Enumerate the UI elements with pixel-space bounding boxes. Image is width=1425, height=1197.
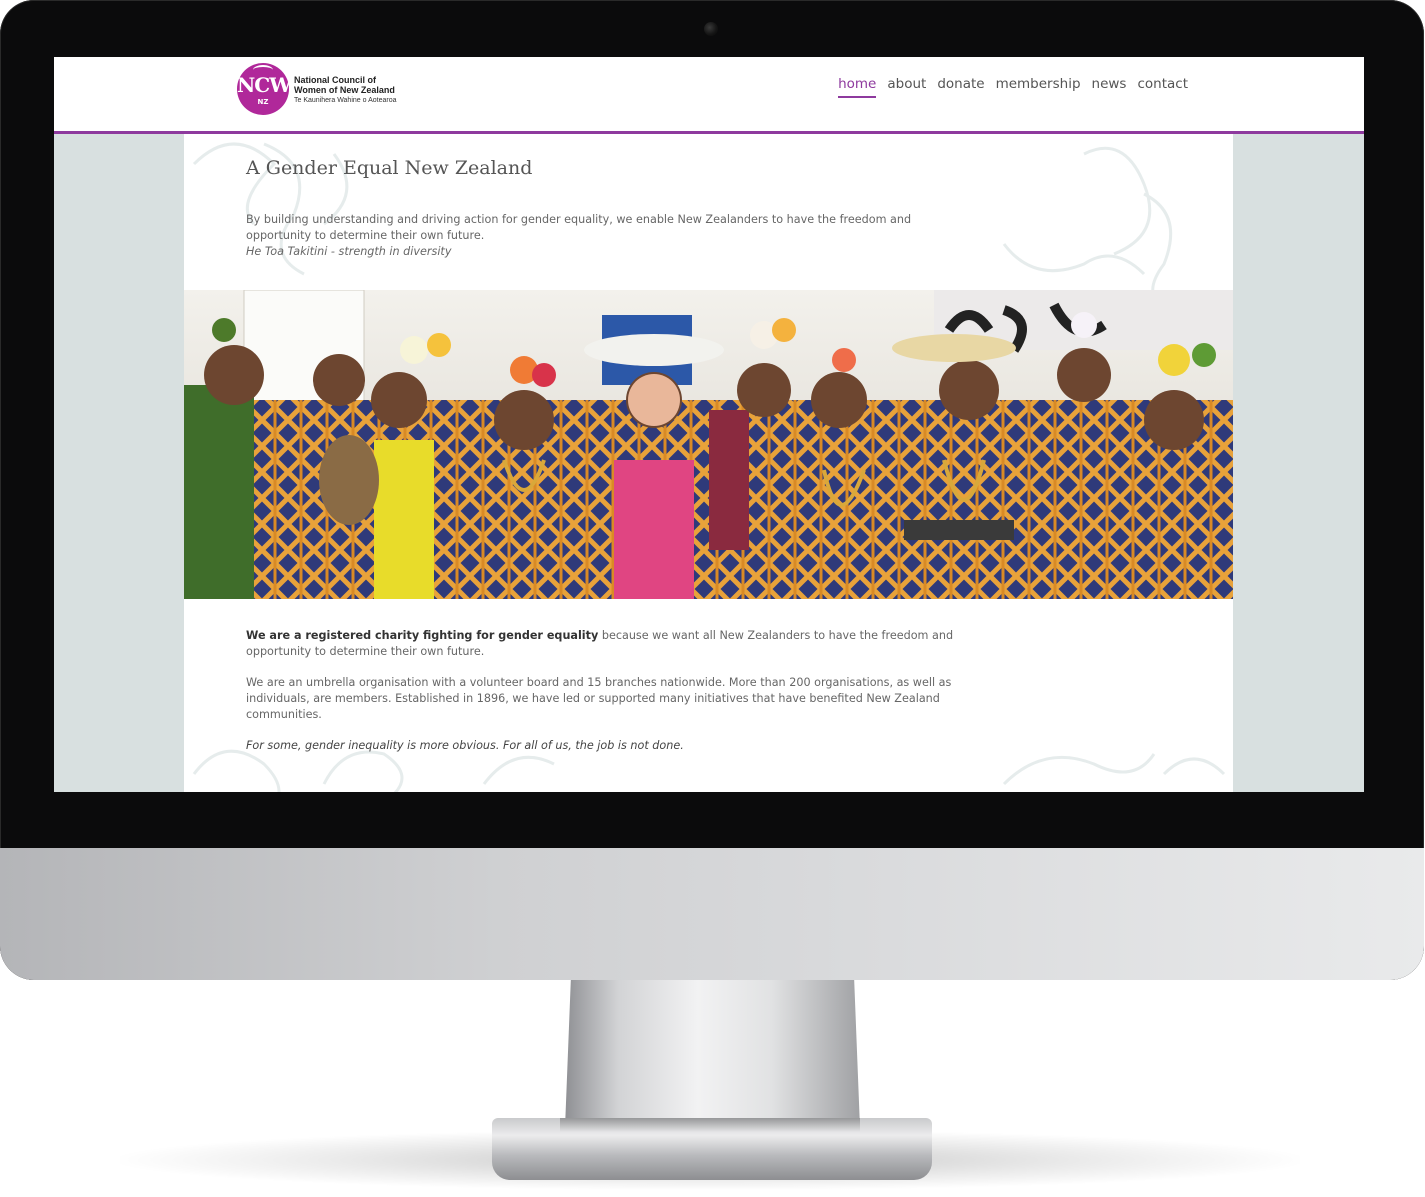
body-copy: We are a registered charity fighting for… bbox=[246, 628, 976, 769]
site-header: NCW NZ National Council of Women of New … bbox=[54, 57, 1364, 134]
intro-text: By building understanding and driving ac… bbox=[246, 212, 966, 260]
nav-donate[interactable]: donate bbox=[937, 76, 984, 98]
body-paragraph-1: We are a registered charity fighting for… bbox=[246, 628, 976, 660]
intro-paragraph: By building understanding and driving ac… bbox=[246, 213, 912, 242]
monitor-stand-neck bbox=[565, 978, 860, 1128]
main-content: A Gender Equal New Zealand By building u… bbox=[184, 134, 1233, 792]
hero-photo bbox=[184, 290, 1233, 599]
nav-contact[interactable]: contact bbox=[1137, 76, 1188, 98]
page-title: A Gender Equal New Zealand bbox=[246, 157, 533, 179]
logo-name-line1: National Council of bbox=[294, 75, 376, 85]
monitor-chin bbox=[0, 848, 1424, 980]
webcam-icon bbox=[704, 22, 718, 36]
logo-maori-name: Te Kaunihera Wahine o Aotearoa bbox=[294, 97, 397, 104]
motto: He Toa Takitini - strength in diversity bbox=[246, 245, 452, 258]
nav-about[interactable]: about bbox=[887, 76, 926, 98]
logo-name-line2: Women of New Zealand bbox=[294, 85, 395, 95]
logo-text: National Council of Women of New Zealand… bbox=[294, 75, 396, 106]
website-screen: NCW NZ National Council of Women of New … bbox=[54, 57, 1364, 792]
monitor-stand-shadow bbox=[560, 1118, 860, 1132]
charity-statement: We are a registered charity fighting for… bbox=[246, 629, 599, 642]
nav-news[interactable]: news bbox=[1092, 76, 1127, 98]
ncwnz-logo[interactable]: NCW NZ National Council of Women of New … bbox=[237, 63, 417, 119]
logo-country: NZ bbox=[257, 98, 269, 106]
nav-home[interactable]: home bbox=[838, 76, 877, 98]
main-nav: home about donate membership news contac… bbox=[838, 76, 1188, 98]
nav-membership[interactable]: membership bbox=[996, 76, 1081, 98]
body-paragraph-2: We are an umbrella organisation with a v… bbox=[246, 676, 952, 721]
monitor-frame: NCW NZ National Council of Women of New … bbox=[0, 0, 1424, 980]
logo-badge: NCW NZ bbox=[237, 63, 292, 115]
body-paragraph-3: For some, gender inequality is more obvi… bbox=[246, 739, 684, 752]
logo-monogram: NCW bbox=[237, 73, 292, 97]
